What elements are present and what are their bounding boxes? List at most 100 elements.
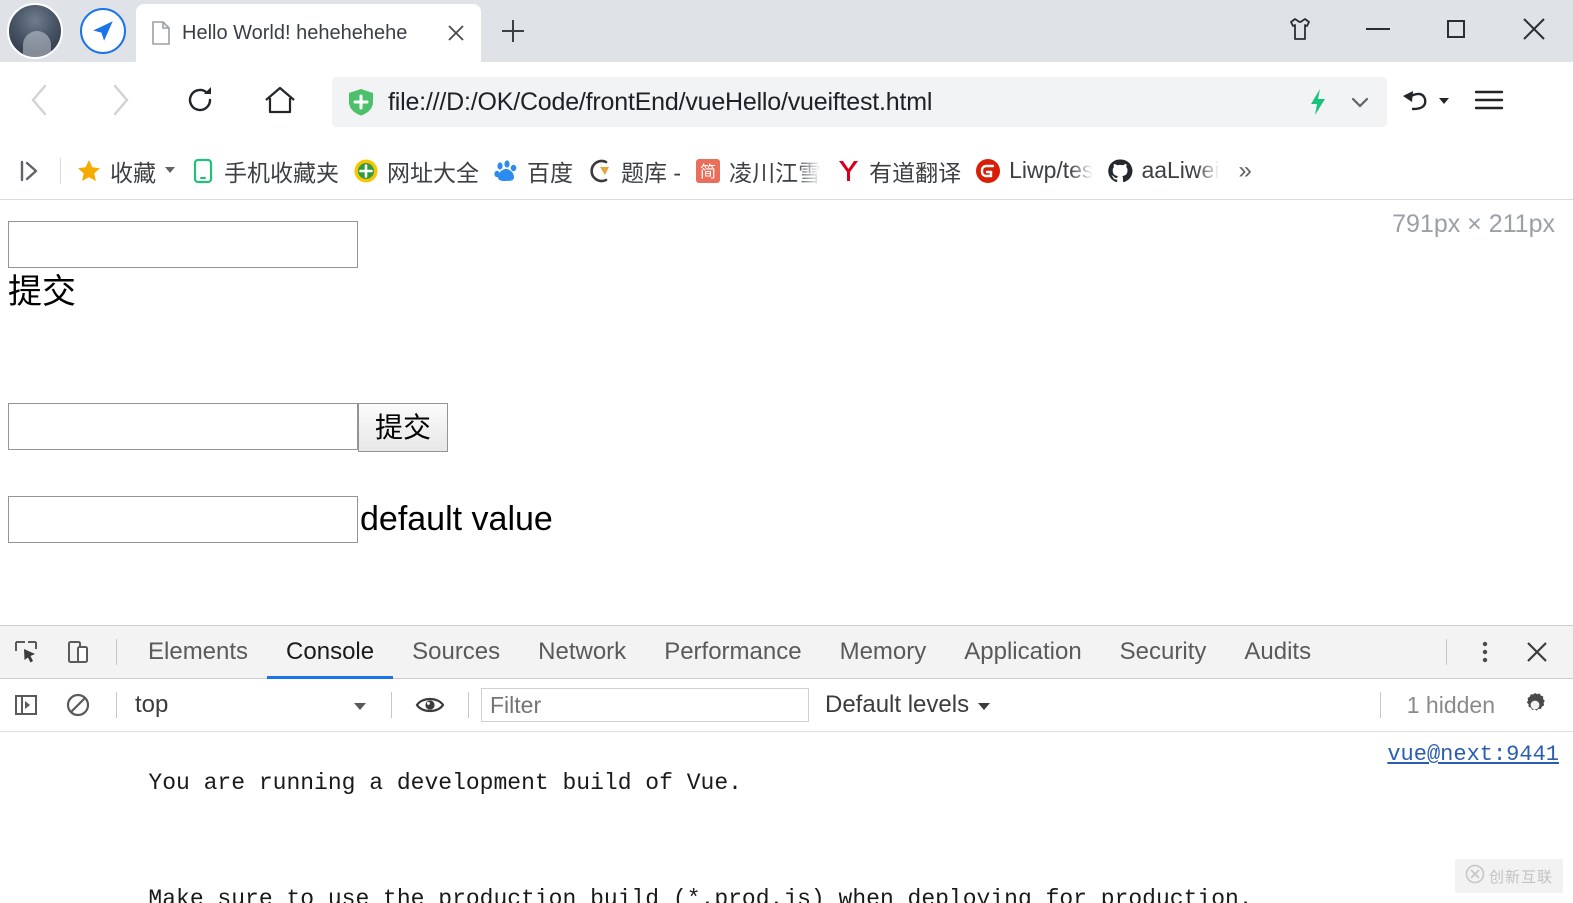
console-sidebar-icon[interactable] xyxy=(0,679,52,731)
undo-arrow-icon xyxy=(1400,84,1434,121)
user-avatar-image xyxy=(7,3,63,59)
url-text: file:///D:/OK/Code/frontEnd/vueHello/vue… xyxy=(388,87,933,116)
tab-audits[interactable]: Audits xyxy=(1225,626,1330,679)
close-window-button[interactable] xyxy=(1495,0,1573,62)
bookmarks-overflow-button[interactable]: » xyxy=(1226,157,1263,185)
bookmark-label: 收藏 xyxy=(110,159,156,186)
divider xyxy=(60,157,61,184)
bookmark-label: 题库 - xyxy=(621,159,682,186)
address-bar: file:///D:/OK/Code/frontEnd/vueHello/vue… xyxy=(0,62,1573,142)
tab-security[interactable]: Security xyxy=(1101,626,1226,679)
reload-button[interactable] xyxy=(160,62,240,142)
reload-icon xyxy=(183,83,217,122)
log-levels-select[interactable]: Default levels xyxy=(825,691,991,719)
chevron-left-icon xyxy=(26,83,54,122)
tab-application[interactable]: Application xyxy=(945,626,1100,679)
caret-down-icon xyxy=(1438,93,1450,111)
submit-button[interactable]: 提交 xyxy=(358,403,449,452)
maximize-icon xyxy=(1444,17,1468,46)
tab-title: Hello World! hehehehehe xyxy=(182,21,408,44)
close-icon xyxy=(1520,15,1548,48)
console-output: You are running a development build of V… xyxy=(0,732,1573,903)
tab-memory[interactable]: Memory xyxy=(821,626,946,679)
tab-console[interactable]: Console xyxy=(267,626,394,679)
bookmark-jianshu[interactable]: 简 凌川江雪 xyxy=(688,150,828,192)
divider xyxy=(468,692,469,718)
back-button[interactable] xyxy=(0,62,80,142)
devtools-close-icon[interactable] xyxy=(1511,626,1563,678)
inspect-cursor-icon[interactable] xyxy=(0,626,52,678)
chevron-down-icon[interactable] xyxy=(1339,81,1381,123)
avatar[interactable] xyxy=(0,0,70,62)
star-icon xyxy=(76,158,102,184)
caret-down-icon[interactable] xyxy=(164,163,176,178)
bookmark-liwp-tes[interactable]: Liwp/tes xyxy=(968,150,1100,192)
live-expression-icon[interactable] xyxy=(404,679,456,731)
restore-tab-button[interactable] xyxy=(1393,72,1457,132)
console-filter-input[interactable] xyxy=(481,688,809,722)
tab-sources[interactable]: Sources xyxy=(393,626,519,679)
execution-context-select[interactable]: top xyxy=(129,687,379,723)
divider xyxy=(1379,692,1381,718)
browser-tab[interactable]: Hello World! hehehehehe xyxy=(136,4,481,62)
window-controls xyxy=(1261,0,1573,62)
bookmark-baidu[interactable]: 百度 xyxy=(486,150,580,192)
forward-button[interactable] xyxy=(80,62,160,142)
console-message: Make sure to use the production build (*… xyxy=(0,856,1573,903)
url-bar[interactable]: file:///D:/OK/Code/frontEnd/vueHello/vue… xyxy=(332,77,1387,127)
browser-menu-button[interactable] xyxy=(1457,72,1521,132)
console-message-source[interactable]: vue@next:9441 xyxy=(1387,740,1559,769)
clear-console-icon[interactable] xyxy=(52,679,104,731)
bookmark-wangzhi-daquan[interactable]: 网址大全 xyxy=(346,150,486,192)
bookmark-mobile-favorites[interactable]: 手机收藏夹 xyxy=(183,150,346,192)
form-row-2: 提交 xyxy=(8,403,449,452)
hidden-messages-count: 1 hidden xyxy=(1406,691,1495,718)
maximize-button[interactable] xyxy=(1417,0,1495,62)
chevron-right-icon xyxy=(106,83,134,122)
text-input-1[interactable] xyxy=(8,221,358,268)
divider xyxy=(391,692,392,718)
github-icon xyxy=(1107,158,1133,184)
divider xyxy=(1446,639,1447,665)
tab-elements[interactable]: Elements xyxy=(129,626,267,679)
console-message: You are running a development build of V… xyxy=(0,740,1573,856)
navigator-button[interactable] xyxy=(70,0,136,62)
jianshu-icon: 简 xyxy=(695,158,721,184)
tab-network[interactable]: Network xyxy=(519,626,645,679)
page-viewport: 791px × 211px 提交 提交 default value xyxy=(0,200,1573,625)
home-button[interactable] xyxy=(240,62,320,142)
text-input-3[interactable] xyxy=(8,496,358,543)
youdao-icon xyxy=(835,158,861,184)
plus-icon xyxy=(500,18,526,49)
bookmark-shoucang[interactable]: 收藏 xyxy=(69,150,183,192)
skin-button[interactable] xyxy=(1261,0,1339,62)
new-tab-button[interactable] xyxy=(481,4,545,62)
omnibox-right-tools xyxy=(1393,72,1521,132)
tiku-icon xyxy=(587,158,613,184)
phone-icon xyxy=(190,158,216,184)
caret-down-icon xyxy=(977,691,991,719)
bookmark-youdao[interactable]: 有道翻译 xyxy=(828,150,968,192)
gitee-icon xyxy=(975,158,1001,184)
close-icon[interactable] xyxy=(441,18,471,48)
lightning-bolt-icon[interactable] xyxy=(1297,81,1339,123)
devtools-tabbar-right xyxy=(1434,626,1573,678)
show-sidebar-icon[interactable] xyxy=(8,158,52,184)
hamburger-menu-icon xyxy=(1473,86,1505,119)
bookmark-label: 有道翻译 xyxy=(869,159,962,186)
console-message-text: You are running a development build of V… xyxy=(148,770,742,796)
tab-performance[interactable]: Performance xyxy=(645,626,820,679)
text-input-2[interactable] xyxy=(8,403,358,450)
bookmark-tiku[interactable]: 题库 - xyxy=(580,150,688,192)
bookmark-aaliwei[interactable]: aaLiwei xyxy=(1100,150,1226,192)
minimize-button[interactable] xyxy=(1339,0,1417,62)
tshirt-icon xyxy=(1287,16,1313,47)
device-toolbar-icon[interactable] xyxy=(52,626,104,678)
watermark: 创新互联 xyxy=(1455,859,1563,893)
baidu-paw-icon xyxy=(493,158,519,184)
console-message-text: Make sure to use the production build (*… xyxy=(148,886,1253,903)
gear-icon[interactable] xyxy=(1509,679,1561,731)
plus-circle-icon xyxy=(353,158,379,184)
kebab-menu-icon[interactable] xyxy=(1459,626,1511,678)
navigator-arrow-icon xyxy=(80,8,126,54)
